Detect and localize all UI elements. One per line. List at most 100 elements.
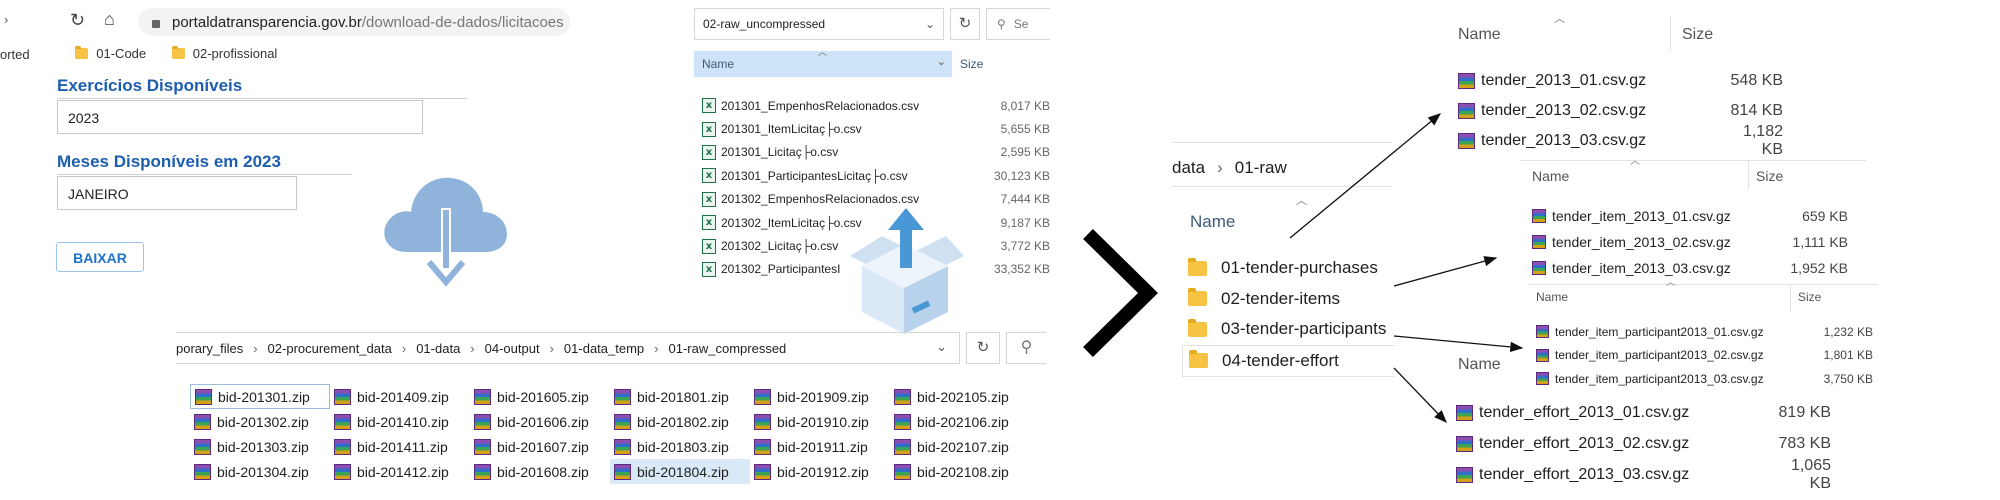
column-header-name[interactable]: Name ︿ ⌄ bbox=[694, 47, 952, 77]
list-item[interactable]: 04-tender-effort bbox=[1182, 344, 1395, 377]
zip-file[interactable]: bid-201411.zip bbox=[330, 434, 470, 459]
file-size: 659 KB bbox=[1802, 208, 1848, 224]
column-header-name[interactable]: Name bbox=[1532, 168, 1569, 184]
breadcrumb-item[interactable]: 01-data_temp bbox=[564, 341, 644, 356]
chevron-down-icon[interactable]: ⌄ bbox=[937, 55, 946, 68]
chevron-right-icon: › bbox=[253, 340, 258, 356]
zip-file[interactable]: bid-201304.zip bbox=[190, 459, 330, 484]
column-header-size[interactable]: Size bbox=[1798, 290, 1821, 304]
winrar-archive-icon bbox=[334, 413, 351, 430]
list-item[interactable]: tender_2013_03.csv.gz 1,182 KB bbox=[1458, 123, 1788, 158]
zip-file[interactable]: bid-201409.zip bbox=[330, 384, 470, 409]
zip-file[interactable]: bid-201801.zip bbox=[610, 384, 750, 409]
zip-file[interactable]: bid-201804.zip bbox=[610, 459, 750, 484]
list-item[interactable]: tender_item_participant2013_02.csv.gz 1,8… bbox=[1536, 344, 1886, 368]
bookmark-01-code[interactable]: 01-Code bbox=[75, 46, 146, 61]
list-item[interactable]: x 201301_EmpenhosRelacionados.csv 8,017 KB bbox=[702, 94, 1050, 117]
column-header-name[interactable]: Name bbox=[1458, 26, 1501, 44]
zip-file[interactable]: bid-201802.zip bbox=[610, 409, 750, 434]
file-name: tender_effort_2013_02.csv.gz bbox=[1479, 434, 1690, 452]
file-size: 1,232 KB bbox=[1823, 324, 1873, 339]
arrow-to-participants bbox=[1393, 335, 1524, 353]
zip-file[interactable]: bid-201302.zip bbox=[190, 409, 330, 434]
chevron-down-icon[interactable]: ⌄ bbox=[936, 339, 947, 355]
column-header-name[interactable]: Name bbox=[1458, 356, 1501, 374]
list-item[interactable]: 02-tender-items bbox=[1188, 284, 1395, 315]
list-item[interactable]: tender_effort_2013_02.csv.gz 783 KB bbox=[1456, 428, 1856, 459]
list-item[interactable]: tender_item_2013_03.csv.gz 1,952 KB bbox=[1532, 255, 1858, 281]
zip-file[interactable]: bid-201301.zip bbox=[190, 384, 330, 409]
file-name: bid-201804.zip bbox=[637, 463, 729, 480]
breadcrumb-item[interactable]: 02-procurement_data bbox=[268, 341, 392, 356]
zip-file[interactable]: bid-202107.zip bbox=[890, 434, 1030, 459]
winrar-archive-icon bbox=[614, 413, 631, 430]
winrar-archive-icon bbox=[474, 438, 491, 455]
excel-file-icon: x bbox=[702, 238, 716, 254]
file-size: 1,111 KB bbox=[1792, 234, 1848, 250]
list-item[interactable]: x 201301_ItemLicitaç├o.csv 5,655 KB bbox=[702, 117, 1050, 140]
folder-icon bbox=[1188, 288, 1207, 307]
zip-file[interactable]: bid-201803.zip bbox=[610, 434, 750, 459]
list-item[interactable]: tender_2013_02.csv.gz 814 KB bbox=[1458, 96, 1788, 126]
address-box[interactable]: 02-raw_uncompressed ⌄ bbox=[694, 8, 944, 40]
zip-file[interactable]: bid-201608.zip bbox=[470, 459, 610, 484]
home-icon[interactable]: ⌂ bbox=[104, 9, 115, 30]
breadcrumb-item[interactable]: porary_files bbox=[176, 341, 243, 356]
list-item[interactable]: tender_effort_2013_03.csv.gz 1,065 KB bbox=[1456, 457, 1856, 492]
list-item[interactable]: 01-tender-purchases bbox=[1188, 253, 1395, 284]
column-header-name[interactable]: Name bbox=[1536, 290, 1568, 304]
address-bar[interactable]: portaldatransparencia.gov.br /download-d… bbox=[138, 8, 570, 36]
list-item[interactable]: x 201301_Licitaç├o.csv 2,595 KB bbox=[702, 141, 1050, 164]
zip-file[interactable]: bid-201912.zip bbox=[750, 459, 890, 484]
breadcrumb-item[interactable]: data bbox=[1172, 158, 1205, 178]
zip-file[interactable]: bid-201410.zip bbox=[330, 409, 470, 434]
file-name: bid-201803.zip bbox=[637, 438, 729, 455]
list-item[interactable]: tender_effort_2013_01.csv.gz 819 KB bbox=[1456, 397, 1856, 428]
search-box[interactable]: ⚲ Se bbox=[986, 8, 1050, 40]
zip-file[interactable]: bid-201910.zip bbox=[750, 409, 890, 434]
forward-arrow-icon[interactable]: › bbox=[4, 12, 8, 27]
arrow-to-items bbox=[1393, 256, 1498, 287]
list-item[interactable]: tender_item_2013_02.csv.gz 1,111 KB bbox=[1532, 229, 1858, 255]
column-header-size[interactable]: Size bbox=[1682, 26, 1713, 44]
zip-file[interactable]: bid-202105.zip bbox=[890, 384, 1030, 409]
search-icon[interactable]: ⚲ bbox=[1006, 332, 1046, 364]
refresh-icon[interactable]: ↻ bbox=[950, 8, 980, 40]
zip-file[interactable]: bid-201607.zip bbox=[470, 434, 610, 459]
year-select[interactable]: 2023 bbox=[57, 100, 423, 134]
column-header-size[interactable]: Size bbox=[960, 57, 983, 71]
list-item[interactable]: tender_item_2013_01.csv.gz 659 KB bbox=[1532, 203, 1858, 229]
breadcrumb-item[interactable]: 04-output bbox=[485, 341, 540, 356]
zip-file[interactable]: bid-201412.zip bbox=[330, 459, 470, 484]
zip-file[interactable]: bid-202108.zip bbox=[890, 459, 1030, 484]
zip-file[interactable]: bid-201911.zip bbox=[750, 434, 890, 459]
zip-file[interactable]: bid-201909.zip bbox=[750, 384, 890, 409]
column-header-size[interactable]: Size bbox=[1756, 168, 1783, 184]
divider bbox=[1528, 284, 1878, 285]
breadcrumb-item[interactable]: 01-raw_compressed bbox=[669, 341, 787, 356]
month-select[interactable]: JANEIRO bbox=[57, 176, 297, 210]
column-header-name[interactable]: Name bbox=[1190, 212, 1235, 232]
zip-file[interactable]: bid-202106.zip bbox=[890, 409, 1030, 434]
winrar-archive-icon bbox=[1458, 73, 1475, 89]
list-item[interactable]: x 201301_ParticipantesLicitaç├o.csv 30,123… bbox=[702, 164, 1050, 187]
file-list: tender_effort_2013_01.csv.gz 819 KB tende… bbox=[1456, 397, 1856, 492]
breadcrumb-item[interactable]: 01-raw bbox=[1235, 158, 1287, 178]
zip-file[interactable]: bid-201605.zip bbox=[470, 384, 610, 409]
bookmark-imported[interactable]: orted bbox=[0, 47, 30, 62]
winrar-archive-icon bbox=[894, 438, 911, 455]
zip-file[interactable]: bid-201303.zip bbox=[190, 434, 330, 459]
list-item[interactable]: tender_item_participant2013_01.csv.gz 1,2… bbox=[1536, 320, 1886, 344]
winrar-archive-icon bbox=[1456, 466, 1473, 483]
list-item[interactable]: tender_2013_01.csv.gz 548 KB bbox=[1458, 66, 1788, 96]
breadcrumb-item[interactable]: 01-data bbox=[416, 341, 460, 356]
refresh-icon[interactable]: ↻ bbox=[966, 332, 1000, 364]
chevron-down-icon[interactable]: ⌄ bbox=[925, 17, 935, 31]
list-item[interactable]: tender_item_participant2013_03.csv.gz 3,7… bbox=[1536, 367, 1886, 391]
reload-icon[interactable]: ↻ bbox=[70, 10, 85, 31]
bookmark-02-profissional[interactable]: 02-profissional bbox=[171, 46, 277, 61]
zip-file[interactable]: bid-201606.zip bbox=[470, 409, 610, 434]
breadcrumb: porary_files › 02-procurement_data › 01-… bbox=[176, 332, 960, 364]
list-item[interactable]: 03-tender-participants bbox=[1188, 314, 1395, 345]
download-button[interactable]: BAIXAR bbox=[56, 242, 144, 272]
